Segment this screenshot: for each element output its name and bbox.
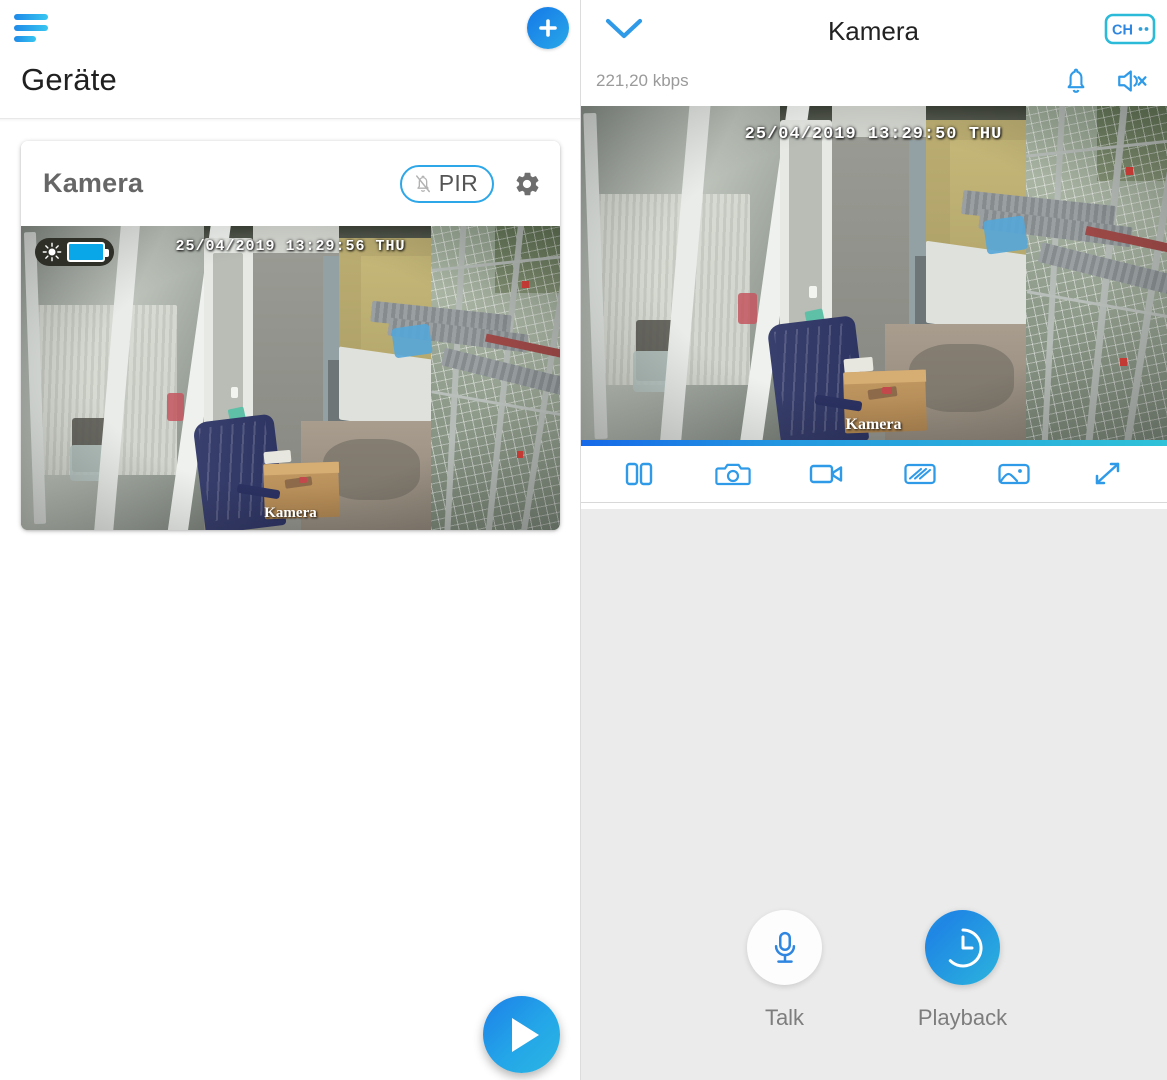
snapshot-button[interactable] <box>702 452 764 497</box>
play-icon <box>511 1017 539 1052</box>
header-divider-shadow <box>0 119 580 122</box>
live-view-pane: Kamera CH 221,20 kbps 25/04/2019 13:29:5… <box>580 0 1167 1080</box>
live-video-watermark: Kamera <box>845 416 902 433</box>
bottom-action-row: Talk Playback <box>580 910 1167 1031</box>
camera-icon <box>715 459 751 489</box>
live-camera-scene <box>580 106 1167 446</box>
speaker-mute-icon[interactable] <box>1115 65 1149 97</box>
add-device-button[interactable] <box>527 7 569 49</box>
svg-text:CH: CH <box>1112 23 1133 39</box>
hamburger-menu-icon[interactable] <box>14 13 54 43</box>
channel-icon[interactable]: CH <box>1104 12 1156 46</box>
playback-button[interactable] <box>925 910 1000 985</box>
pane-divider <box>580 0 581 1080</box>
stream-quality-button[interactable] <box>889 452 951 497</box>
pir-toggle-badge[interactable]: PIR <box>399 164 494 203</box>
signal-lines-icon <box>902 460 938 488</box>
left-topbar <box>0 0 580 56</box>
video-watermark: Kamera <box>264 505 317 521</box>
app-root: Geräte Kamera PIR 25/04/2019 13:29:56 TH… <box>0 0 1167 1080</box>
split-screen-icon <box>622 459 656 489</box>
live-title: Kamera <box>827 16 920 46</box>
video-timestamp: 25/04/2019 13:29:56 THU <box>175 238 406 255</box>
device-card-video-preview[interactable]: 25/04/2019 13:29:56 THU Kamera <box>21 226 560 530</box>
live-topbar: Kamera CH <box>580 0 1167 56</box>
playback-label: Playback <box>917 1005 1008 1030</box>
bitrate-label: 221,20 kbps <box>596 71 689 90</box>
microphone-icon <box>768 929 802 967</box>
image-icon <box>996 460 1032 488</box>
play-all-fab[interactable] <box>483 996 560 1073</box>
expand-arrows-icon <box>1090 458 1126 490</box>
live-video-player[interactable]: 25/04/2019 13:29:50 THU Kamera <box>580 106 1167 446</box>
clock-icon <box>940 925 986 971</box>
add-plus-icon <box>535 15 561 41</box>
video-camera-icon <box>808 460 846 488</box>
live-video-timestamp: 25/04/2019 13:29:50 THU <box>744 125 1003 144</box>
record-button[interactable] <box>796 452 858 497</box>
bell-icon[interactable] <box>1061 65 1091 97</box>
talk-action[interactable]: Talk <box>720 910 850 1031</box>
split-screen-button[interactable] <box>608 452 670 497</box>
page-title: Geräte <box>21 62 117 97</box>
bitrate-row: 221,20 kbps <box>580 56 1167 106</box>
pir-label: PIR <box>438 170 478 196</box>
fullscreen-button[interactable] <box>1077 452 1139 497</box>
talk-button[interactable] <box>747 910 822 985</box>
device-name: Kamera <box>43 168 144 198</box>
talk-label: Talk <box>764 1005 805 1030</box>
playback-action[interactable]: Playback <box>898 910 1028 1031</box>
camera-scene <box>21 226 560 530</box>
gallery-button[interactable] <box>983 452 1045 497</box>
devices-pane: Geräte Kamera PIR 25/04/2019 13:29:56 TH… <box>0 0 580 1080</box>
gear-icon[interactable] <box>512 169 542 199</box>
device-card-header: Kamera PIR <box>21 141 560 226</box>
device-card-kamera[interactable]: Kamera PIR 25/04/2019 13:29:56 THU Kamer… <box>21 141 560 530</box>
live-progress-bar[interactable] <box>580 440 1167 446</box>
video-toolbar <box>580 446 1167 503</box>
live-controls-area: Talk Playback <box>580 509 1167 1080</box>
bell-slash-icon <box>413 173 433 195</box>
